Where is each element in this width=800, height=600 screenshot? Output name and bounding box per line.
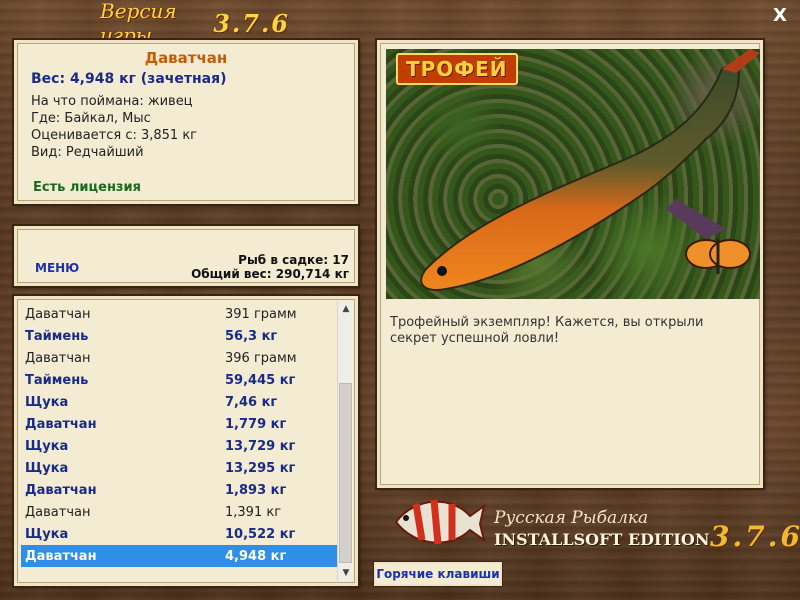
close-button[interactable]: X: [770, 6, 790, 26]
list-item[interactable]: Таймень 56,3 кг: [21, 325, 339, 347]
fish-logo-icon: [394, 499, 486, 545]
list-item[interactable]: Таймень 59,445 кг: [21, 369, 339, 391]
trophy-badge: ТРОФЕЙ: [396, 53, 518, 85]
list-item-weight: 1,893 кг: [225, 482, 287, 498]
list-item[interactable]: Щука 7,46 кг: [21, 391, 339, 413]
list-item[interactable]: Щука 13,295 кг: [21, 457, 339, 479]
catch-info-panel: Даватчан Вес: 4,948 кг (зачетная) На что…: [14, 40, 358, 204]
list-item-weight: 59,445 кг: [225, 372, 296, 388]
scroll-thumb[interactable]: [339, 383, 352, 563]
valued-from-info: Оценивается с: 3,851 кг: [31, 128, 198, 143]
list-item[interactable]: Щука 10,522 кг: [21, 523, 339, 545]
list-item-weight: 13,295 кг: [225, 460, 296, 476]
list-item-fish: Щука: [25, 460, 69, 476]
trophy-description: Трофейный экземпляр! Кажется, вы открыли…: [390, 315, 704, 346]
trophy-panel: ТРОФЕЙ Трофейный экземпляр! Кажется, вы …: [377, 40, 763, 488]
list-item-weight: 391 грамм: [225, 306, 297, 322]
rarity-info: Вид: Редчайший: [31, 145, 144, 160]
list-item[interactable]: Даватчан 1,779 кг: [21, 413, 339, 435]
hotkeys-button[interactable]: Горячие клавиши: [374, 562, 502, 586]
scroll-up-icon[interactable]: ▲: [338, 301, 354, 317]
list-item[interactable]: Даватчан 4,948 кг: [21, 545, 339, 567]
list-item-fish: Даватчан: [25, 504, 91, 520]
total-weight: Общий вес: 290,714 кг: [191, 267, 349, 281]
list-item-weight: 10,522 кг: [225, 526, 296, 542]
fish-photo: ТРОФЕЙ: [386, 49, 760, 299]
catch-list-rows: Даватчан 391 грамм Таймень 56,3 кг Даватчан 3…: [21, 303, 339, 567]
list-item-fish: Даватчан: [25, 482, 97, 498]
list-item-fish: Даватчан: [25, 350, 91, 366]
scroll-down-icon[interactable]: ▼: [338, 565, 354, 581]
close-icon: X: [773, 5, 787, 26]
fish-count: Рыб в садке: 17: [238, 253, 349, 267]
license-status: Есть лицензия: [33, 180, 141, 195]
catch-list-scrollbar[interactable]: ▲ ▼: [337, 301, 353, 581]
list-item-weight: 1,391 кг: [225, 504, 282, 520]
window-version: 3.7.6: [213, 8, 290, 38]
list-item-fish: Даватчан: [25, 416, 97, 432]
list-item-fish: Щука: [25, 526, 69, 542]
brand-version: 3.7.6: [710, 520, 800, 553]
list-item[interactable]: Даватчан 1,391 кг: [21, 501, 339, 523]
list-item-weight: 1,779 кг: [225, 416, 287, 432]
brand-edition: INSTALLSOFT EDITION: [494, 530, 710, 549]
list-item[interactable]: Даватчан 396 грамм: [21, 347, 339, 369]
list-item-fish: Даватчан: [25, 548, 97, 564]
list-item-fish: Щука: [25, 438, 69, 454]
catch-list: Даватчан 391 грамм Таймень 56,3 кг Даватчан 3…: [14, 296, 358, 586]
list-item[interactable]: Даватчан 1,893 кг: [21, 479, 339, 501]
list-item-weight: 56,3 кг: [225, 328, 278, 344]
fish-name: Даватчан: [144, 49, 228, 67]
list-item[interactable]: Даватчан 391 грамм: [21, 303, 339, 325]
bait-info: На что поймана: живец: [31, 94, 193, 109]
list-item-weight: 396 грамм: [225, 350, 297, 366]
list-item-fish: Таймень: [25, 328, 89, 344]
fish-illustration: [386, 49, 760, 299]
fish-weight: Вес: 4,948 кг (зачетная): [31, 71, 227, 87]
summary-panel: МЕНЮ Рыб в садке: 17 Общий вес: 290,714 …: [14, 226, 358, 286]
window-title: Версия игры 3.7.6: [100, 0, 290, 47]
list-item-fish: Таймень: [25, 372, 89, 388]
list-item-fish: Даватчан: [25, 306, 91, 322]
brand-name: Русская Рыбалка: [494, 508, 649, 528]
list-item[interactable]: Щука 13,729 кг: [21, 435, 339, 457]
cage-stats: Рыб в садке: 17 Общий вес: 290,714 кг: [191, 253, 349, 281]
list-item-weight: 7,46 кг: [225, 394, 278, 410]
location-info: Где: Байкал, Мыс: [31, 111, 151, 126]
list-item-fish: Щука: [25, 394, 69, 410]
menu-button[interactable]: МЕНЮ: [35, 261, 79, 275]
list-item-weight: 13,729 кг: [225, 438, 296, 454]
brand-logo: Русская Рыбалка INSTALLSOFT EDITION 3.7.…: [390, 490, 800, 560]
list-item-weight: 4,948 кг: [225, 548, 287, 564]
